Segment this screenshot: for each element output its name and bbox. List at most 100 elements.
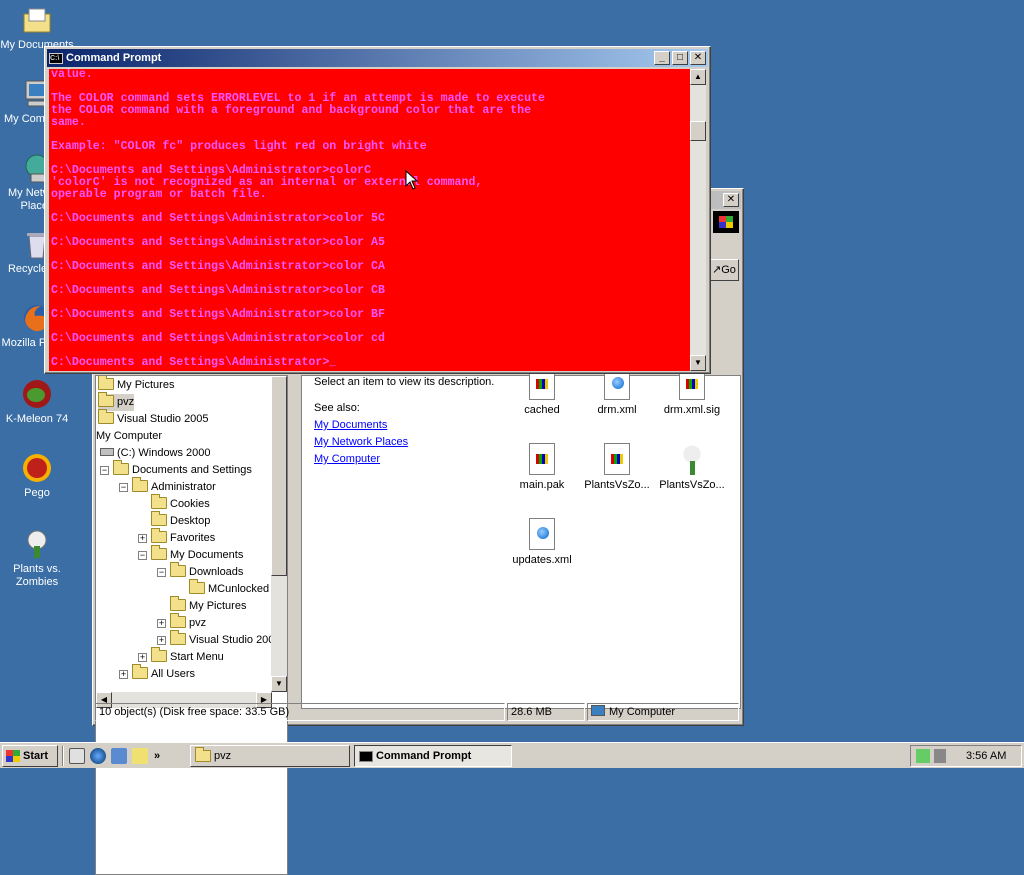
favorites-folder-icon: [151, 528, 167, 543]
windows-logo-icon: [6, 749, 20, 762]
link-my-computer[interactable]: My Computer: [314, 453, 380, 465]
folder-icon: [151, 545, 167, 560]
collapse-icon[interactable]: −: [157, 568, 166, 577]
volume-icon[interactable]: [934, 749, 946, 763]
desktop-icon-pego[interactable]: Pego: [0, 452, 74, 500]
folder-icon: [113, 460, 129, 475]
file-item[interactable]: PlantsVsZo...: [577, 443, 657, 491]
tree-item[interactable]: − My Documents: [138, 545, 243, 564]
console-line: the COLOR command with a foreground and …: [51, 104, 532, 117]
desktop-icon-kmeleon[interactable]: K-Meleon 74: [0, 378, 74, 426]
show-desktop-icon[interactable]: [69, 747, 85, 764]
console-line: operable program or batch file.: [51, 188, 267, 201]
link-my-network-places[interactable]: My Network Places: [314, 436, 408, 448]
xml-file-icon: [529, 518, 555, 550]
quicklaunch-chevron-icon[interactable]: »: [154, 750, 160, 762]
tree-scrollbar[interactable]: ▼: [271, 376, 287, 692]
tree-item[interactable]: + Visual Studio 2005: [157, 630, 281, 649]
file-item[interactable]: drm.xml.sig: [652, 368, 732, 416]
tree-item[interactable]: Visual Studio 2005: [98, 409, 209, 428]
tree-item[interactable]: My Pictures: [98, 376, 174, 394]
file-item[interactable]: updates.xml: [502, 518, 582, 566]
scroll-thumb[interactable]: [690, 121, 706, 141]
scroll-up-icon[interactable]: ▲: [690, 69, 706, 85]
folder-icon: [170, 562, 186, 577]
desktop-icon-my-documents[interactable]: My Documents: [0, 4, 74, 52]
collapse-icon[interactable]: −: [138, 551, 147, 560]
plants-vs-zombies-icon: [21, 528, 53, 560]
desktop-icon-label: K-Meleon 74: [5, 413, 69, 425]
folder-icon: [151, 494, 167, 509]
clock[interactable]: 3:56 AM: [966, 750, 1006, 762]
file-item[interactable]: cached: [502, 368, 582, 416]
tray-icon[interactable]: [916, 749, 930, 763]
console-line: C:\Documents and Settings\Administrator>…: [51, 212, 385, 225]
taskbar-button-pvz[interactable]: pvz: [190, 745, 350, 767]
pictures-folder-icon: [170, 596, 186, 611]
scroll-thumb[interactable]: [271, 376, 287, 576]
folder-icon: [98, 409, 114, 424]
scroll-down-icon[interactable]: ▼: [690, 355, 706, 371]
status-bar: 10 object(s) (Disk free space: 33.5 GB) …: [95, 703, 741, 723]
console-line: C:\Documents and Settings\Administrator>…: [51, 356, 337, 369]
tree-item[interactable]: + Start Menu: [138, 647, 224, 666]
taskbar-button-command-prompt[interactable]: Command Prompt: [354, 745, 512, 767]
folder-tree[interactable]: My Pictures pvz Visual Studio 2005 My Co…: [95, 375, 288, 875]
tree-item[interactable]: + All Users: [119, 664, 195, 683]
file-icon: [529, 443, 555, 475]
cmd-scrollbar[interactable]: ▲ ▼: [690, 69, 706, 371]
start-button[interactable]: Start: [2, 744, 58, 767]
go-button[interactable]: ↗Go: [709, 259, 739, 281]
pego-icon: [21, 452, 53, 484]
status-size: 28.6 MB: [507, 703, 585, 721]
outlook-express-icon[interactable]: [111, 747, 127, 764]
tree-item[interactable]: − Administrator: [119, 477, 216, 496]
expand-icon[interactable]: +: [157, 636, 166, 645]
search-icon[interactable]: [132, 747, 148, 764]
folder-icon: [189, 579, 205, 594]
expand-icon[interactable]: +: [119, 670, 128, 679]
expand-icon[interactable]: +: [138, 534, 147, 543]
tree-item[interactable]: MCunlocked: [189, 579, 269, 598]
console-line: C:\Documents and Settings\Administrator>…: [51, 308, 385, 321]
computer-icon: [591, 705, 605, 716]
collapse-icon[interactable]: −: [119, 483, 128, 492]
taskbar: Start » pvz Command Prompt 3:56 AM: [0, 742, 1024, 768]
cmd-app-icon: [359, 750, 373, 762]
file-icon: [604, 443, 630, 475]
console-line: C:\Documents and Settings\Administrator>…: [51, 236, 385, 249]
see-also-label: See also:: [314, 402, 360, 414]
command-prompt-window[interactable]: C:\ Command Prompt _ □ ✕ value. The COLOR…: [44, 46, 711, 374]
cmd-titlebar[interactable]: C:\ Command Prompt _ □ ✕: [47, 49, 708, 67]
maximize-icon[interactable]: □: [672, 51, 688, 65]
file-item[interactable]: main.pak: [502, 443, 582, 491]
collapse-icon[interactable]: −: [100, 466, 109, 475]
internet-explorer-icon[interactable]: [90, 747, 106, 764]
status-location: My Computer: [587, 703, 739, 721]
tree-item[interactable]: − Documents and Settings: [100, 460, 252, 479]
folder-icon: [170, 613, 186, 628]
status-objects: 10 object(s) (Disk free space: 33.5 GB): [95, 703, 505, 721]
folder-search-icon: [195, 747, 211, 762]
link-my-documents[interactable]: My Documents: [314, 419, 387, 431]
folder-icon: [98, 392, 114, 407]
folder-content[interactable]: Select an item to view its description. …: [301, 368, 741, 709]
desktop-icon-pvz[interactable]: Plants vs. Zombies: [0, 528, 74, 589]
tree-item[interactable]: My Computer: [96, 428, 162, 445]
scroll-down-icon[interactable]: ▼: [271, 676, 287, 692]
taskbar-separator: [62, 745, 64, 766]
file-item[interactable]: drm.xml: [577, 368, 657, 416]
tree-item[interactable]: − Downloads: [157, 562, 243, 581]
console-output[interactable]: value. The COLOR command sets ERRORLEVEL …: [49, 69, 690, 371]
folder-icon: [170, 630, 186, 645]
close-icon[interactable]: ✕: [690, 51, 706, 65]
tree-item[interactable]: My Pictures: [170, 596, 246, 615]
close-icon[interactable]: ✕: [723, 193, 739, 207]
tree-item[interactable]: + pvz: [157, 613, 206, 632]
tree-item[interactable]: + Favorites: [138, 528, 215, 547]
minimize-icon[interactable]: _: [654, 51, 670, 65]
file-item[interactable]: PlantsVsZo...: [652, 443, 732, 491]
expand-icon[interactable]: +: [138, 653, 147, 662]
console-line: C:\Documents and Settings\Administrator>…: [51, 260, 385, 273]
expand-icon[interactable]: +: [157, 619, 166, 628]
